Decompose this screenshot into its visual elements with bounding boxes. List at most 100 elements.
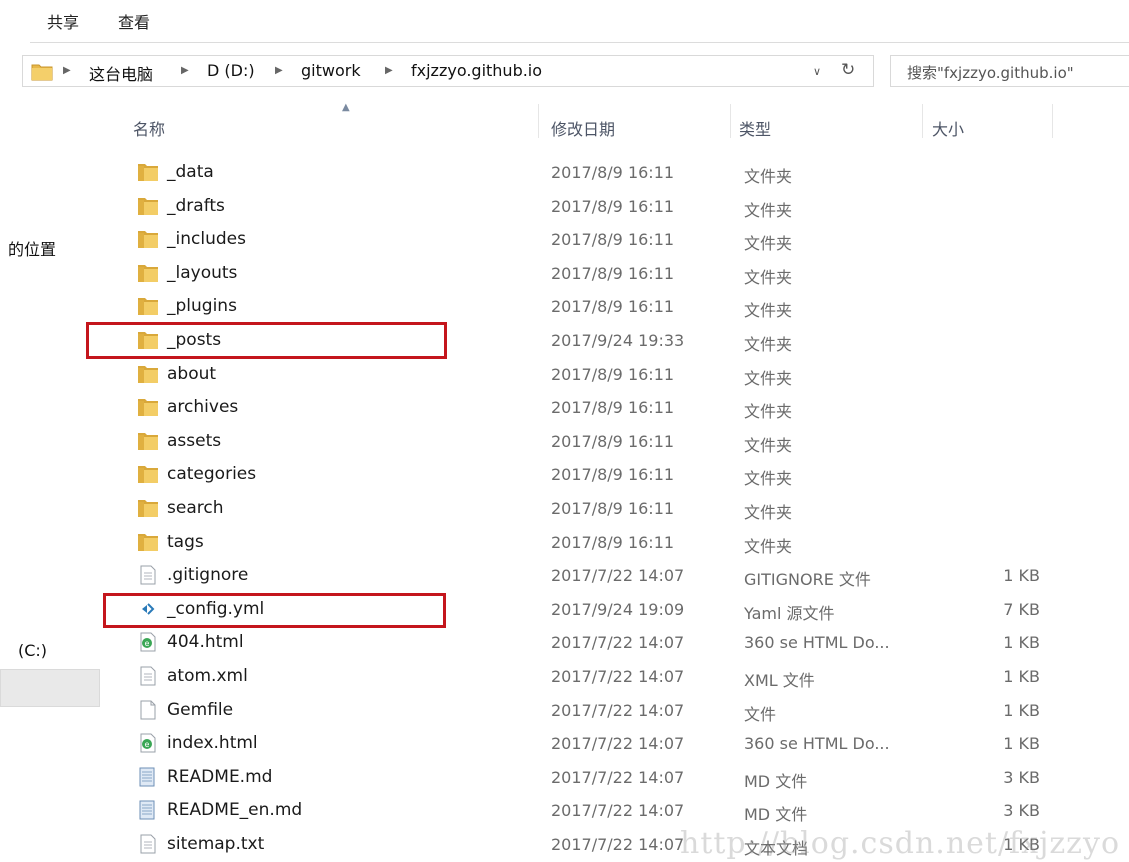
file-date: 2017/8/9 16:11 [551,465,675,485]
file-type: 文件夹 [744,234,793,254]
folder-icon [137,162,159,182]
breadcrumb-chevron-icon[interactable]: ▶ [385,65,393,76]
file-row[interactable]: README.md 2017/7/22 14:07 MD 文件 3 KB [0,761,1129,795]
file-date: 2017/8/9 16:11 [551,532,675,552]
file-row[interactable]: _plugins 2017/8/9 16:11 文件夹 [0,290,1129,324]
file-type: MD 文件 [744,805,808,825]
column-header-name[interactable]: 名称 [133,116,165,140]
address-bar[interactable]: ▶ 这台电脑 ▶ D (D:) ▶ gitwork ▶ fxjzzyo.gith… [22,55,874,87]
column-header-size[interactable]: 大小 [932,116,964,140]
file-date: 2017/8/9 16:11 [551,263,675,283]
file-name: 404.html [167,632,244,653]
file-row[interactable]: Gemfile 2017/7/22 14:07 文件 1 KB [0,694,1129,728]
breadcrumb-chevron-icon[interactable]: ▶ [63,65,71,76]
browser-file-icon: e [137,733,159,753]
file-row[interactable]: e index.html 2017/7/22 14:07 360 se HTML Do… [0,727,1129,761]
file-type: 文件 [744,704,777,724]
file-date: 2017/7/22 14:07 [551,566,685,586]
file-row[interactable]: _includes 2017/8/9 16:11 文件夹 [0,223,1129,257]
ribbon-divider [30,42,1129,43]
file-date: 2017/9/24 19:33 [551,331,685,350]
file-name: categories [167,464,257,485]
refresh-icon[interactable]: ↻ [841,60,855,80]
file-size: 1 KB [1003,667,1040,686]
file-date: 2017/7/22 14:07 [551,734,685,754]
file-date: 2017/7/22 14:07 [551,835,685,854]
column-divider[interactable] [922,104,923,138]
search-input[interactable]: 搜索"fxjzzyo.github.io" [890,55,1129,87]
ribbon-tabs: 共享 查看 [0,0,1129,40]
file-row[interactable]: _data 2017/8/9 16:11 文件夹 [0,156,1129,190]
svg-text:e: e [145,740,150,749]
blank-file-icon [137,700,159,720]
column-divider[interactable] [730,104,731,138]
chevron-down-icon[interactable]: ∨ [813,65,821,78]
file-date: 2017/8/9 16:11 [551,230,675,250]
file-type: 文件夹 [744,402,793,422]
file-type: 360 se HTML Do... [744,734,890,754]
file-row[interactable]: README_en.md 2017/7/22 14:07 MD 文件 3 KB [0,794,1129,828]
file-name: archives [167,397,239,418]
column-divider[interactable] [1052,104,1053,138]
file-type: GITIGNORE 文件 [744,570,871,590]
file-name: _plugins [167,296,237,317]
breadcrumb-this-pc[interactable]: 这台电脑 [89,61,153,85]
column-divider[interactable] [538,104,539,138]
folder-icon [137,296,159,316]
breadcrumb-drive-d[interactable]: D (D:) [207,61,255,80]
text-file-icon [137,834,159,854]
file-date: 2017/8/9 16:11 [551,163,675,182]
file-size: 7 KB [1003,599,1040,619]
column-header-date[interactable]: 修改日期 [551,116,615,140]
file-row[interactable]: _layouts 2017/8/9 16:11 文件夹 [0,257,1129,291]
file-name: _includes [167,229,246,250]
file-name: _drafts [167,195,225,216]
file-row[interactable]: search 2017/8/9 16:11 文件夹 [0,492,1129,526]
tab-share[interactable]: 共享 [47,9,79,33]
breadcrumb-gitwork[interactable]: gitwork [301,61,361,80]
file-type: MD 文件 [744,771,808,791]
file-name: Gemfile [167,699,234,720]
file-row[interactable]: tags 2017/8/9 16:11 文件夹 [0,526,1129,560]
file-row[interactable]: e 404.html 2017/7/22 14:07 360 se HTML Do..… [0,626,1129,660]
file-row[interactable]: about 2017/8/9 16:11 文件夹 [0,358,1129,392]
folder-icon [137,330,159,350]
file-name: README_en.md [167,800,303,821]
file-row[interactable]: _config.yml 2017/9/24 19:09 Yaml 源文件 7 KB [0,593,1129,627]
file-type: XML 文件 [744,671,815,690]
browser-file-icon: e [137,632,159,652]
file-type: 文件夹 [744,469,793,489]
file-row[interactable]: .gitignore 2017/7/22 14:07 GITIGNORE 文件 1 K… [0,559,1129,593]
file-name: tags [167,531,204,552]
sort-ascending-icon: ▲ [342,102,350,113]
file-name: index.html [167,733,258,754]
folder-icon [137,229,159,249]
file-row[interactable]: atom.xml 2017/7/22 14:07 XML 文件 1 KB [0,660,1129,694]
file-date: 2017/7/22 14:07 [551,801,685,821]
file-date: 2017/8/9 16:11 [551,431,675,451]
file-size: 1 KB [1003,633,1040,653]
file-row[interactable]: categories 2017/8/9 16:11 文件夹 [0,458,1129,492]
file-name: _posts [167,330,222,350]
file-type: Yaml 源文件 [744,603,835,623]
folder-icon [137,464,159,484]
file-row[interactable]: assets 2017/8/9 16:11 文件夹 [0,425,1129,459]
file-date: 2017/9/24 19:09 [551,599,685,619]
file-row[interactable]: _drafts 2017/8/9 16:11 文件夹 [0,190,1129,224]
text-file-icon [137,565,159,585]
folder-icon [137,431,159,451]
breadcrumb-current-folder[interactable]: fxjzzyo.github.io [411,61,542,80]
tab-view[interactable]: 查看 [118,9,150,33]
folder-icon [137,532,159,552]
file-row[interactable]: archives 2017/8/9 16:11 文件夹 [0,391,1129,425]
breadcrumb-chevron-icon[interactable]: ▶ [181,65,189,76]
file-type: 文件夹 [744,267,793,287]
file-type: 文件夹 [744,368,793,388]
file-row[interactable]: _posts 2017/9/24 19:33 文件夹 [0,324,1129,358]
file-name: _config.yml [167,598,265,619]
breadcrumb-chevron-icon[interactable]: ▶ [275,65,283,76]
column-header-type[interactable]: 类型 [739,116,771,140]
file-date: 2017/7/22 14:07 [551,667,685,686]
vscode-file-icon [137,599,159,619]
folder-icon [137,498,159,518]
